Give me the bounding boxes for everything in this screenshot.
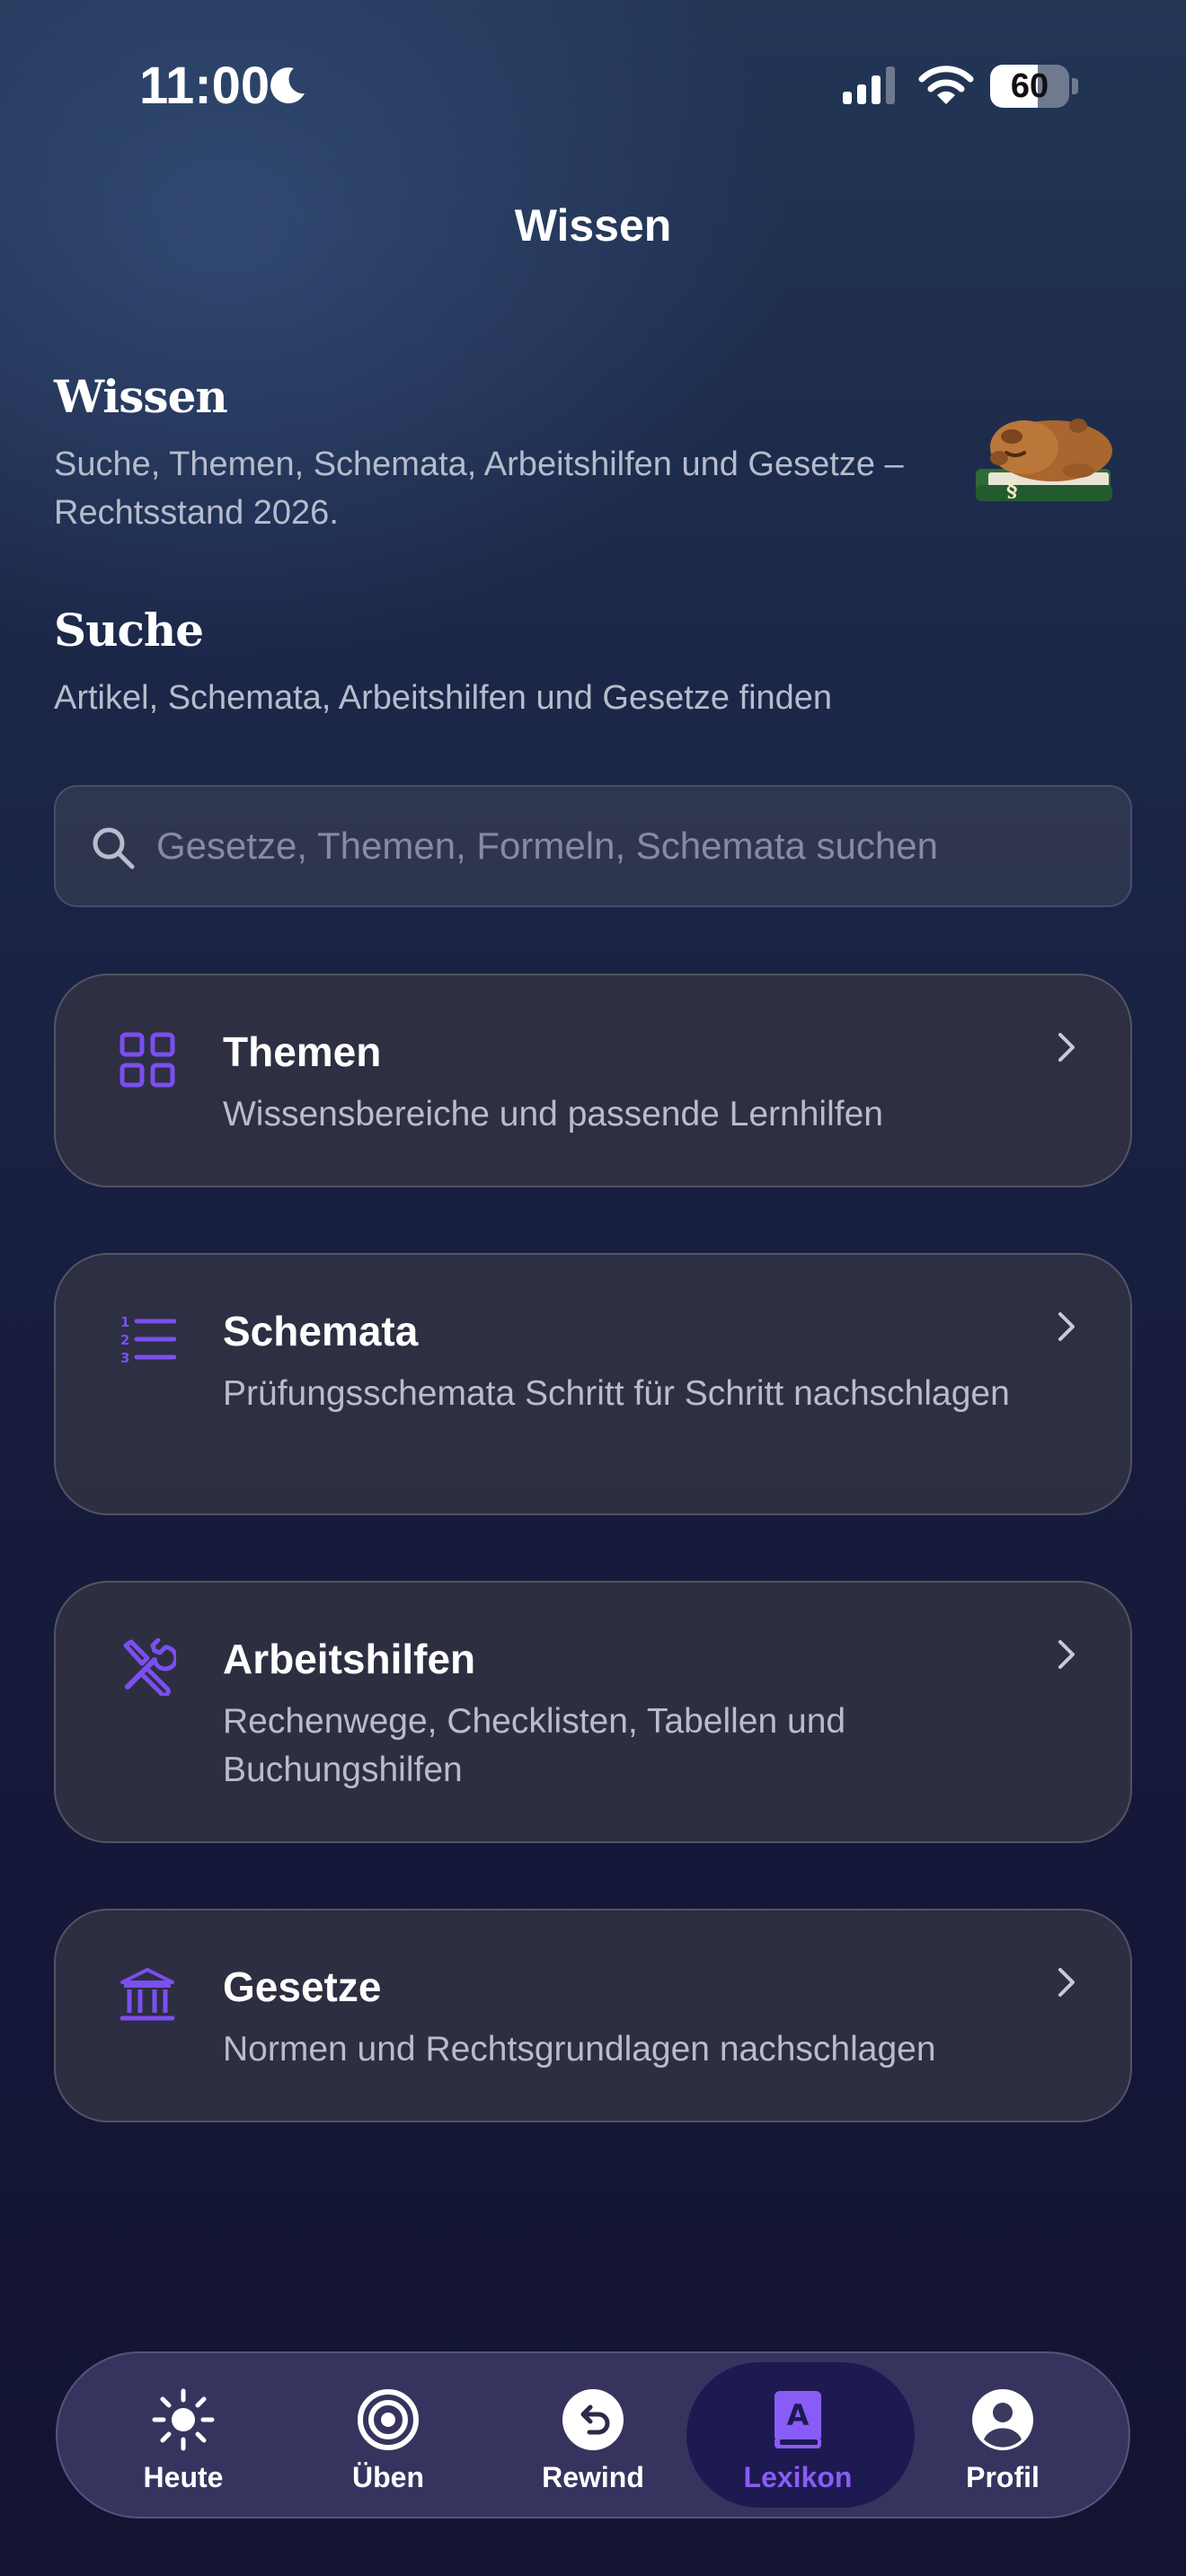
card-description: Prüfungsschemata Schritt für Schritt nac… <box>223 1374 1010 1413</box>
tab-label: Heute <box>143 2461 224 2493</box>
numbered-list-icon: 1 2 3 <box>120 1314 176 1366</box>
capybara-mascot-illustration: § <box>976 419 1112 502</box>
battery-percentage: 60 <box>1010 67 1049 105</box>
card-arbeitshilfen[interactable]: Arbeitshilfen Rechenwege, Checklisten, T… <box>54 1581 1132 1843</box>
chevron-right-icon <box>1058 1640 1075 1669</box>
grid-icon <box>119 1032 175 1088</box>
page-subtitle: Suche, Themen, Schemata, Arbeitshilfen u… <box>54 446 904 532</box>
card-gesetze[interactable]: Gesetze Normen und Rechtsgrundlagen nach… <box>54 1909 1132 2122</box>
svg-text:A: A <box>787 2398 810 2432</box>
search-input[interactable] <box>156 787 1109 905</box>
card-schemata[interactable]: 1 2 3 Schemata Prüfungsschemata Schritt … <box>54 1253 1132 1515</box>
tab-label: Rewind <box>542 2461 644 2493</box>
card-title: Schemata <box>223 1308 419 1354</box>
tab-heute[interactable]: Heute <box>81 2353 286 2517</box>
card-description: Normen und Rechtsgrundlagen nachschlagen <box>223 2030 936 2069</box>
tab-label: Üben <box>352 2461 424 2493</box>
card-description: Wissensbereiche und passende Lernhilfen <box>223 1095 883 1134</box>
tab-profil[interactable]: Profil <box>900 2353 1105 2517</box>
institution-icon <box>119 1968 175 2021</box>
moon-icon <box>270 67 305 104</box>
target-icon <box>358 2389 419 2450</box>
chevron-right-icon <box>1058 1033 1075 1062</box>
tools-icon <box>123 1638 176 1696</box>
search-section-title: Suche <box>54 604 204 657</box>
battery-icon: 60 <box>990 65 1078 108</box>
card-title: Themen <box>223 1028 382 1075</box>
tab-label: Profil <box>966 2461 1040 2493</box>
nav-title: Wissen <box>514 200 672 251</box>
mascot-badge: § <box>1006 476 1018 502</box>
svg-text:3: 3 <box>120 1350 129 1366</box>
card-title: Arbeitshilfen <box>223 1636 476 1682</box>
card-description: Rechenwege, Checklisten, Tabellen und Bu… <box>223 1702 846 1789</box>
chevron-right-icon <box>1058 1312 1075 1341</box>
tab-rewind[interactable]: Rewind <box>491 2353 695 2517</box>
cellular-signal-icon <box>843 66 895 104</box>
search-icon <box>93 827 135 869</box>
card-title: Gesetze <box>223 1963 382 2010</box>
profile-icon <box>972 2389 1033 2450</box>
book-icon: A <box>774 2391 821 2448</box>
tab-ueben[interactable]: Üben <box>286 2353 491 2517</box>
rewind-icon <box>562 2389 624 2450</box>
search-box[interactable] <box>54 785 1132 907</box>
svg-text:2: 2 <box>120 1332 129 1348</box>
search-section-subtitle: Artikel, Schemata, Arbeitshilfen und Ges… <box>54 679 833 717</box>
tab-lexikon[interactable]: A Lexikon <box>695 2353 900 2517</box>
card-themen[interactable]: Themen Wissensbereiche und passende Lern… <box>54 974 1132 1187</box>
wifi-icon <box>918 66 974 104</box>
sun-icon <box>152 2388 215 2451</box>
status-time: 11:00 <box>139 57 270 115</box>
svg-text:1: 1 <box>120 1314 129 1330</box>
tab-label: Lexikon <box>743 2461 853 2493</box>
tab-bar: Heute Üben Rewind A Lexikon Profil <box>56 2351 1130 2519</box>
chevron-right-icon <box>1058 1968 1075 1997</box>
page-title: Wissen <box>54 370 228 423</box>
